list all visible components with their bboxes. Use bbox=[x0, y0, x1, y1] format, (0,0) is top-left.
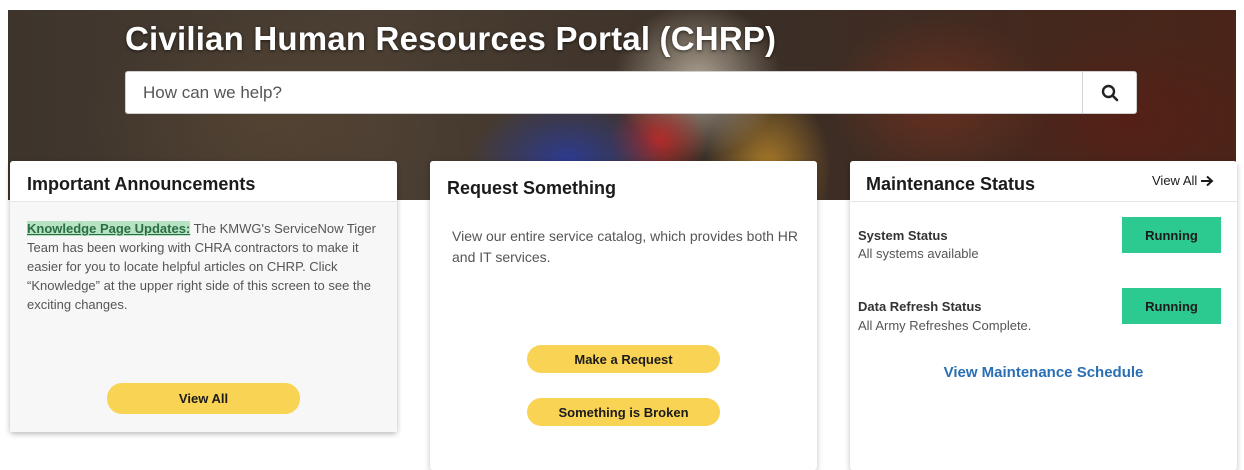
view-maintenance-schedule-link[interactable]: View Maintenance Schedule bbox=[850, 364, 1237, 381]
data-refresh-status-badge: Running bbox=[1122, 288, 1221, 324]
maintenance-title: Maintenance Status bbox=[866, 174, 1036, 194]
search-input[interactable] bbox=[126, 72, 1082, 113]
request-title: Request Something bbox=[447, 178, 617, 198]
announcements-title: Important Announcements bbox=[27, 174, 256, 194]
page-title: Civilian Human Resources Portal (CHRP) bbox=[125, 20, 777, 57]
view-all-announcements-button[interactable]: View All bbox=[107, 383, 300, 414]
card-divider bbox=[850, 201, 1237, 202]
something-broken-button[interactable]: Something is Broken bbox=[527, 398, 720, 426]
request-description: View our entire service catalog, which p… bbox=[452, 228, 799, 265]
announcements-card: Important Announcements Knowledge Page U… bbox=[10, 161, 397, 432]
make-request-button[interactable]: Make a Request bbox=[527, 345, 720, 373]
system-status-label: System Status bbox=[858, 228, 948, 243]
search-bar bbox=[125, 71, 1137, 114]
maintenance-card: Maintenance Status View All System Statu… bbox=[850, 161, 1237, 470]
arrow-right-icon bbox=[1201, 175, 1214, 186]
view-all-label: View All bbox=[1152, 173, 1198, 188]
data-refresh-status-label: Data Refresh Status bbox=[858, 299, 982, 314]
search-icon bbox=[1101, 84, 1118, 101]
request-card: Request Something View our entire servic… bbox=[430, 161, 817, 470]
search-button[interactable] bbox=[1082, 72, 1136, 113]
knowledge-updates-link[interactable]: Knowledge Page Updates: bbox=[27, 221, 191, 236]
system-status-badge: Running bbox=[1122, 217, 1221, 253]
system-status-sub: All systems available bbox=[858, 246, 979, 261]
announcement-text: Knowledge Page Updates: The KMWG's Servi… bbox=[27, 219, 387, 314]
data-refresh-status-sub: All Army Refreshes Complete. bbox=[858, 318, 1032, 333]
maintenance-view-all-link[interactable]: View All bbox=[1152, 173, 1214, 188]
